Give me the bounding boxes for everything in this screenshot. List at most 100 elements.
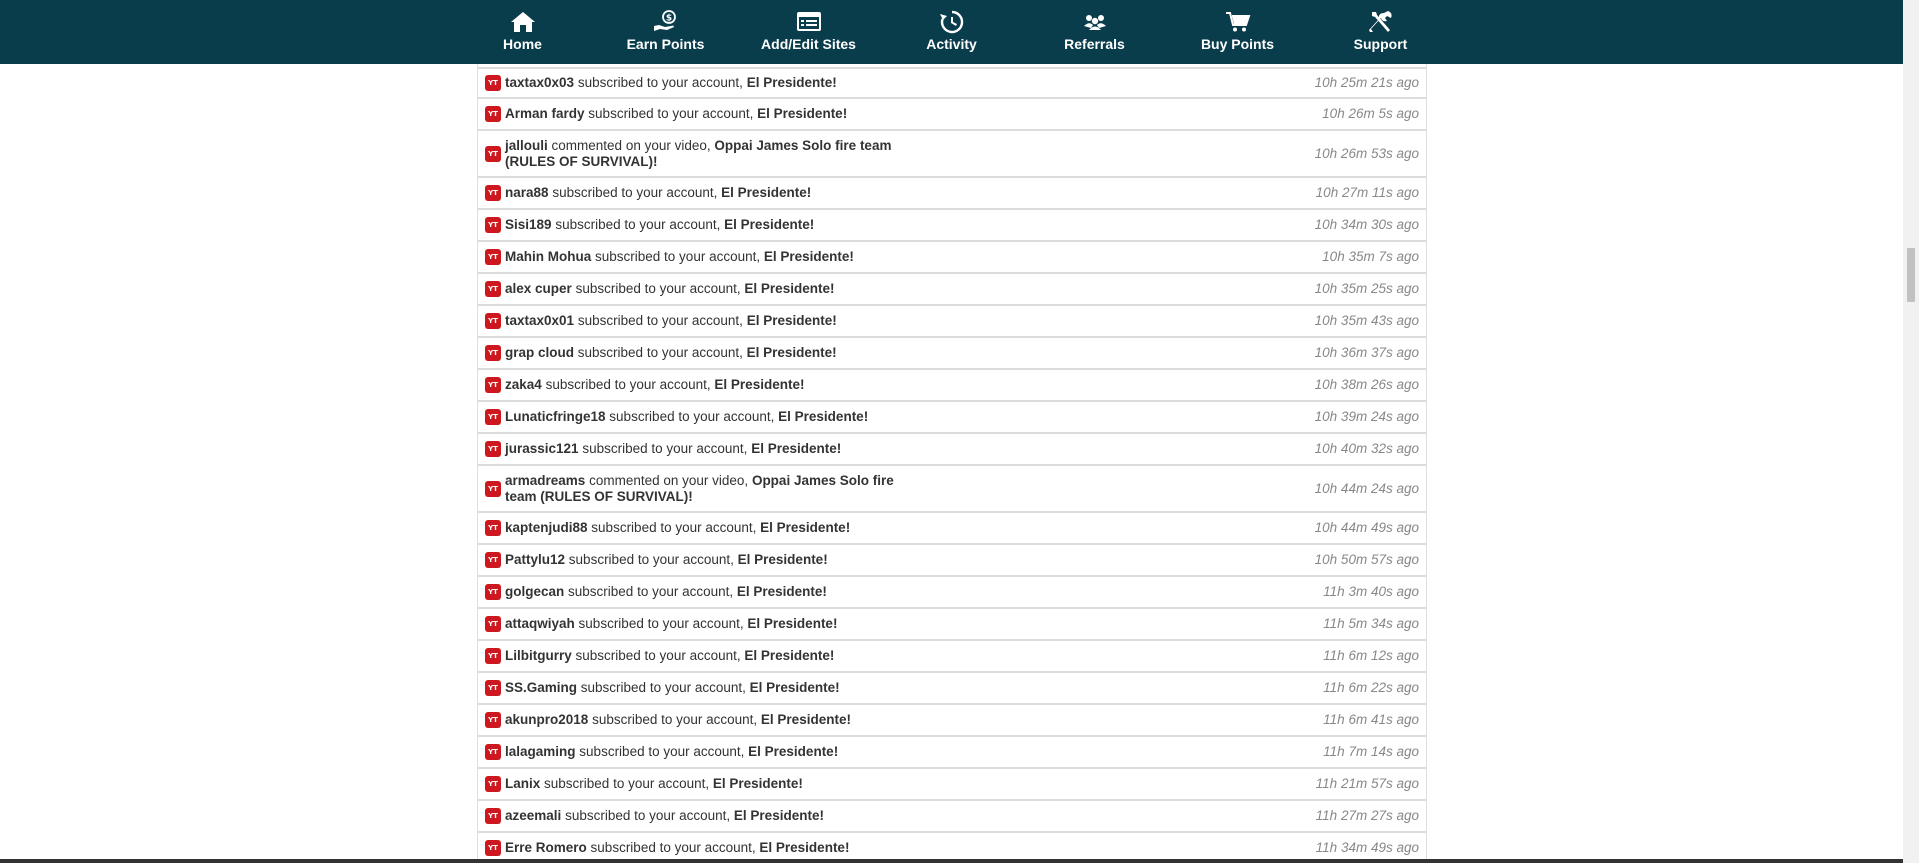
feed-row: YT zaka4 subscribed to your account, El P… bbox=[478, 370, 1426, 402]
feed-timestamp: 10h 35m 25s ago bbox=[1314, 281, 1419, 296]
feed-action: subscribed to your account, bbox=[580, 680, 746, 695]
feed-action: commented on your video, bbox=[589, 472, 749, 488]
feed-message: Pattylu12 subscribed to your account, El… bbox=[505, 552, 828, 568]
feed-message: armadreams commented on your video, Oppa… bbox=[505, 473, 915, 505]
feed-message: azeemali subscribed to your account, El … bbox=[505, 808, 824, 824]
feed-username: Lanix bbox=[505, 776, 541, 791]
feed-message: nara88 subscribed to your account, El Pr… bbox=[505, 185, 811, 201]
feed-action: subscribed to your account, bbox=[592, 712, 758, 727]
feed-username: Pattylu12 bbox=[505, 552, 566, 567]
feed-target: El Presidente! bbox=[746, 75, 837, 90]
feed-row: YT alex cuper subscribed to your account,… bbox=[478, 274, 1426, 306]
feed-target: El Presidente! bbox=[748, 744, 839, 759]
youtube-icon: YT bbox=[485, 217, 501, 233]
feed-timestamp: 10h 27m 11s ago bbox=[1315, 185, 1419, 200]
activity-list: YT taxtax0x03 subscribed to your account,… bbox=[478, 67, 1426, 859]
feed-row: YT Pattylu12 subscribed to your account, … bbox=[478, 545, 1426, 577]
feed-username: jurassic121 bbox=[505, 441, 579, 456]
feed-timestamp: 10h 36m 37s ago bbox=[1314, 345, 1419, 360]
nav-activity[interactable]: Activity bbox=[880, 0, 1023, 64]
feed-target: El Presidente! bbox=[733, 808, 824, 823]
youtube-icon: YT bbox=[485, 409, 501, 425]
feed-row: YT azeemali subscribed to your account, E… bbox=[478, 801, 1426, 833]
nav-add-edit-sites[interactable]: Add/Edit Sites bbox=[737, 0, 880, 64]
feed-username: golgecan bbox=[505, 584, 565, 599]
feed-action: subscribed to your account, bbox=[545, 377, 711, 392]
feed-username: grap cloud bbox=[505, 345, 575, 360]
feed-row-content: YT taxtax0x01 subscribed to your account,… bbox=[485, 313, 915, 329]
nav-referrals[interactable]: Referrals bbox=[1023, 0, 1166, 64]
feed-row-content: YT Sisi189 subscribed to your account, El… bbox=[485, 217, 915, 233]
feed-row: YT akunpro2018 subscribed to your account… bbox=[478, 705, 1426, 737]
top-nav-bar: Home $ Earn Points Add/Edit Sites Activi… bbox=[0, 0, 1903, 64]
feed-action: subscribed to your account, bbox=[577, 75, 743, 90]
page-scrollbar[interactable] bbox=[1903, 0, 1919, 863]
feed-row-content: YT Lanix subscribed to your account, El P… bbox=[485, 776, 915, 792]
feed-timestamp: 11h 6m 22s ago bbox=[1323, 680, 1419, 695]
feed-row-content: YT zaka4 subscribed to your account, El P… bbox=[485, 377, 915, 393]
feed-timestamp: 10h 35m 43s ago bbox=[1314, 313, 1419, 328]
youtube-icon: YT bbox=[485, 75, 501, 91]
feed-username: zaka4 bbox=[505, 377, 542, 392]
feed-row-content: YT golgecan subscribed to your account, E… bbox=[485, 584, 915, 600]
nav-support[interactable]: Support bbox=[1309, 0, 1452, 64]
feed-row: YT nara88 subscribed to your account, El … bbox=[478, 178, 1426, 210]
nav-buy-points[interactable]: Buy Points bbox=[1166, 0, 1309, 64]
feed-action: subscribed to your account, bbox=[582, 441, 748, 456]
feed-username: SS.Gaming bbox=[505, 680, 578, 695]
sites-list-icon bbox=[795, 10, 823, 34]
youtube-icon: YT bbox=[485, 185, 501, 201]
feed-target: El Presidente! bbox=[747, 616, 838, 631]
feed-message: Lunaticfringe18 subscribed to your accou… bbox=[505, 409, 868, 425]
feed-target: El Presidente! bbox=[760, 520, 851, 535]
feed-timestamp: 11h 3m 40s ago bbox=[1323, 584, 1419, 599]
feed-row-content: YT armadreams commented on your video, Op… bbox=[485, 473, 915, 505]
nav-earn-points-label: Earn Points bbox=[626, 36, 705, 52]
youtube-icon: YT bbox=[485, 249, 501, 265]
feed-action: subscribed to your account, bbox=[609, 409, 775, 424]
feed-username: taxtax0x01 bbox=[505, 313, 575, 328]
feed-target: El Presidente! bbox=[746, 345, 837, 360]
feed-action: subscribed to your account, bbox=[591, 520, 757, 535]
feed-message: alex cuper subscribed to your account, E… bbox=[505, 281, 834, 297]
feed-timestamp: 10h 26m 53s ago bbox=[1314, 145, 1419, 161]
feed-action: subscribed to your account, bbox=[565, 808, 731, 823]
feed-row: YT grap cloud subscribed to your account,… bbox=[478, 338, 1426, 370]
feed-row-content: YT lalagaming subscribed to your account,… bbox=[485, 744, 915, 760]
nav-earn-points[interactable]: $ Earn Points bbox=[594, 0, 737, 64]
feed-message: kaptenjudi88 subscribed to your account,… bbox=[505, 520, 850, 536]
feed-target: El Presidente! bbox=[744, 281, 835, 296]
feed-timestamp: 10h 44m 24s ago bbox=[1314, 480, 1419, 496]
scrollbar-thumb[interactable] bbox=[1907, 248, 1915, 302]
youtube-icon: YT bbox=[485, 145, 501, 162]
nav-home[interactable]: Home bbox=[451, 0, 594, 64]
feed-row: YT lalagaming subscribed to your account,… bbox=[478, 737, 1426, 769]
feed-message: Lilbitgurry subscribed to your account, … bbox=[505, 648, 834, 664]
feed-timestamp: 10h 38m 26s ago bbox=[1314, 377, 1419, 392]
youtube-icon: YT bbox=[485, 281, 501, 297]
feed-row: YT Lunaticfringe18 subscribed to your acc… bbox=[478, 402, 1426, 434]
feed-action: subscribed to your account, bbox=[578, 616, 744, 631]
feed-row: YT jallouli commented on your video, Oppa… bbox=[478, 131, 1426, 178]
feed-row-content: YT akunpro2018 subscribed to your account… bbox=[485, 712, 915, 728]
youtube-icon: YT bbox=[485, 480, 501, 497]
feed-row-content: YT attaqwiyah subscribed to your account,… bbox=[485, 616, 915, 632]
feed-timestamp: 11h 5m 34s ago bbox=[1323, 616, 1419, 631]
feed-message: jallouli commented on your video, Oppai … bbox=[505, 138, 915, 170]
feed-row-content: YT kaptenjudi88 subscribed to your accoun… bbox=[485, 520, 915, 536]
youtube-icon: YT bbox=[485, 552, 501, 568]
feed-row-content: YT Lilbitgurry subscribed to your account… bbox=[485, 648, 915, 664]
feed-message: attaqwiyah subscribed to your account, E… bbox=[505, 616, 837, 632]
youtube-icon: YT bbox=[485, 106, 501, 122]
feed-action: subscribed to your account, bbox=[568, 552, 734, 567]
youtube-icon: YT bbox=[485, 584, 501, 600]
feed-action: subscribed to your account, bbox=[544, 776, 710, 791]
feed-message: grap cloud subscribed to your account, E… bbox=[505, 345, 837, 361]
feed-action: subscribed to your account, bbox=[590, 840, 756, 855]
youtube-icon: YT bbox=[485, 744, 501, 760]
feed-row-content: YT nara88 subscribed to your account, El … bbox=[485, 185, 915, 201]
feed-message: Erre Romero subscribed to your account, … bbox=[505, 840, 849, 856]
feed-action: subscribed to your account, bbox=[575, 648, 741, 663]
feed-target: El Presidente! bbox=[749, 680, 840, 695]
feed-row: YT armadreams commented on your video, Op… bbox=[478, 466, 1426, 513]
